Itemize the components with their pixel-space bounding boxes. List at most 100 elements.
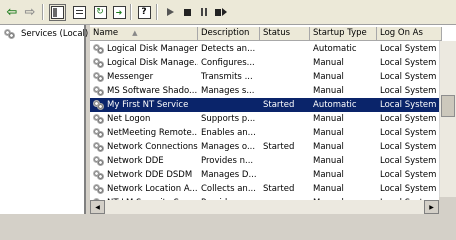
help-icon: ?: [137, 5, 151, 19]
refresh-icon: ↻: [93, 5, 107, 19]
stop-icon: [183, 8, 191, 16]
service-startup-type: Manual: [313, 86, 344, 96]
properties-icon: [72, 5, 86, 19]
stop-service-button[interactable]: [181, 3, 193, 21]
column-header-status[interactable]: Status: [260, 27, 310, 41]
service-startup-type: Manual: [313, 114, 344, 124]
service-status: [260, 126, 310, 140]
properties-button[interactable]: [71, 3, 87, 21]
service-log-on-as: Local System: [380, 44, 437, 54]
table-row[interactable]: Logical Disk Manager Detects an... Automat…: [90, 42, 442, 56]
toolbar-separator: [42, 4, 43, 20]
table-row[interactable]: Logical Disk Manage... Configures... Manua…: [90, 56, 442, 70]
service-description: Supports p...: [201, 114, 256, 124]
service-startup-type: Manual: [313, 184, 344, 194]
service-gear-icon: [92, 57, 105, 69]
table-row[interactable]: NetMeeting Remote... Enables an... Manual L…: [90, 126, 442, 140]
service-gear-icon: [92, 85, 105, 97]
service-log-on-as: Local System: [377, 98, 442, 112]
service-log-on-as: Local System: [380, 156, 437, 166]
tree-item-services-local[interactable]: Services (Local): [3, 28, 88, 40]
service-name: Network Location A...: [107, 184, 198, 194]
column-header-log-on-as[interactable]: Log On As: [377, 27, 442, 41]
back-button[interactable]: ⇦: [4, 3, 20, 21]
play-icon: [166, 8, 174, 16]
column-header-row: Name ▲ Description Status Startup Type Lo…: [90, 27, 442, 41]
service-name-cell: Network DDE: [90, 154, 198, 168]
service-name: Logical Disk Manager: [107, 44, 198, 54]
service-status: [260, 84, 310, 98]
service-name-cell: Net Logon: [90, 112, 198, 126]
service-name: Network DDE DSDM: [107, 170, 193, 180]
service-description: [198, 98, 260, 112]
service-gear-icon: [92, 127, 105, 139]
vertical-scrollbar[interactable]: [439, 41, 456, 197]
service-description: Provides n...: [201, 156, 254, 166]
services-list: Name ▲ Description Status Startup Type Lo…: [90, 25, 456, 214]
show-hide-tree-button[interactable]: [48, 3, 66, 21]
service-status: [260, 112, 310, 126]
vertical-scroll-thumb[interactable]: [441, 95, 455, 117]
export-list-icon: ➜: [112, 5, 126, 19]
service-name-cell: My First NT Service: [90, 98, 198, 112]
export-list-button[interactable]: ➜: [111, 3, 127, 21]
service-gear-icon: [92, 141, 105, 153]
table-row[interactable]: My First NT Service Started Automatic Local…: [90, 98, 442, 112]
column-header-startup-type[interactable]: Startup Type: [310, 27, 377, 41]
service-startup-type: Manual: [313, 58, 344, 68]
horizontal-scrollbar[interactable]: ◀ ▶: [90, 200, 439, 214]
service-name-cell: MS Software Shado...: [90, 84, 198, 98]
toolbar: ⇦ ⇨ ↻ ➜ ?: [0, 0, 456, 25]
refresh-button[interactable]: ↻: [92, 3, 108, 21]
table-row[interactable]: Net Logon Supports p... Manual Local System: [90, 112, 442, 126]
pause-service-button[interactable]: [198, 3, 210, 21]
restart-service-button[interactable]: [214, 3, 228, 21]
service-name: Network Connections: [107, 142, 198, 152]
forward-arrow-icon: ⇨: [24, 4, 36, 20]
table-row[interactable]: Network Location A... Collects an... Start…: [90, 182, 442, 196]
column-header-description[interactable]: Description: [198, 27, 260, 41]
scroll-left-button[interactable]: ◀: [90, 200, 105, 214]
help-button[interactable]: ?: [136, 3, 152, 21]
service-log-on-as: Local System: [380, 58, 437, 68]
service-description: Transmits ...: [201, 72, 253, 82]
service-status: Started: [263, 184, 295, 194]
console-tree-icon: [48, 3, 66, 21]
sort-ascending-icon: ▲: [132, 29, 138, 37]
service-name: Network DDE: [107, 156, 164, 166]
column-header-name[interactable]: Name ▲: [90, 27, 198, 41]
service-name: NetMeeting Remote...: [107, 128, 198, 138]
start-service-button[interactable]: [164, 3, 176, 21]
service-status: Started: [263, 142, 295, 152]
service-name: My First NT Service: [107, 98, 191, 112]
table-row[interactable]: MS Software Shado... Manages s... Manual Lo…: [90, 84, 442, 98]
service-name-cell: Network DDE DSDM: [90, 168, 198, 182]
service-log-on-as: Local System: [380, 184, 437, 194]
table-row[interactable]: Network DDE DSDM Manages D... Manual Local …: [90, 168, 442, 182]
table-row[interactable]: Network DDE Provides n... Manual Local Syst…: [90, 154, 442, 168]
service-startup-type: Automatic: [313, 44, 357, 54]
service-startup-type: Manual: [313, 142, 344, 152]
service-log-on-as: Local System: [380, 128, 437, 138]
service-description: Collects an...: [201, 184, 256, 194]
service-description: Manages s...: [201, 86, 255, 96]
service-gear-icon: [92, 71, 105, 83]
service-status: Started: [260, 98, 310, 112]
scroll-right-button[interactable]: ▶: [424, 200, 439, 214]
service-name: MS Software Shado...: [107, 86, 198, 96]
service-name-cell: Logical Disk Manage...: [90, 56, 198, 70]
service-description: Detects an...: [201, 44, 256, 54]
column-header-name-label: Name: [93, 28, 119, 38]
toolbar-separator: [130, 4, 131, 20]
console-tree: Services (Local): [0, 25, 88, 214]
forward-button[interactable]: ⇨: [22, 3, 38, 21]
service-description: Manages o...: [201, 142, 256, 152]
toolbar-separator: [156, 4, 157, 20]
back-arrow-icon: ⇦: [6, 4, 18, 20]
service-gear-icon: [92, 169, 105, 181]
table-row[interactable]: Messenger Transmits ... Manual Local System: [90, 70, 442, 84]
column-header-description-label: Description: [201, 28, 250, 38]
service-name-cell: Logical Disk Manager: [90, 42, 198, 56]
service-gear-icon: [92, 155, 105, 167]
table-row[interactable]: Network Connections Manages o... Started Ma…: [90, 140, 442, 154]
